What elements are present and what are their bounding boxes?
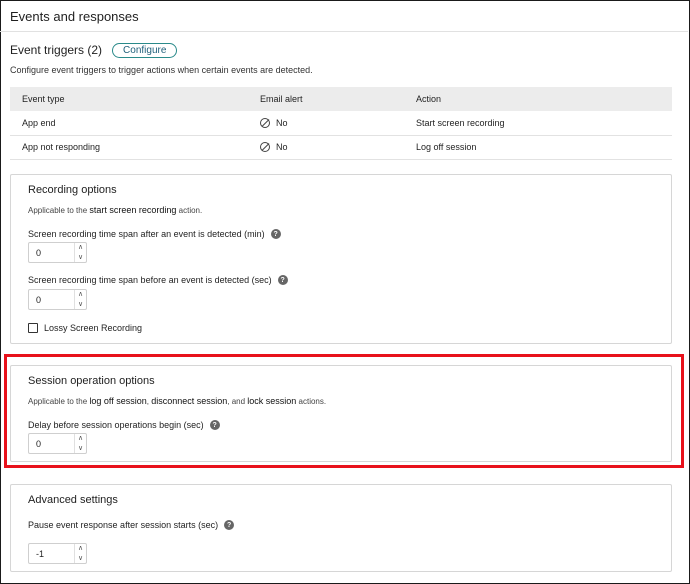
question-circle-icon[interactable]: ? (224, 520, 235, 530)
table-row[interactable]: App not responding No Log off session (10, 135, 672, 160)
pause-response-stepper[interactable]: ∧ ∨ (28, 543, 87, 564)
desc-emphasis: start screen recording (89, 205, 177, 215)
question-circle-icon[interactable]: ? (277, 275, 288, 285)
pause-response-label: Pause event response after session start… (28, 520, 235, 530)
event-triggers-header: Event triggers (2) Configure (10, 42, 178, 58)
column-header-event-type[interactable]: Event type (10, 87, 248, 111)
event-type-cell: App not responding (10, 135, 248, 160)
table-row[interactable]: App end No Start screen recording (10, 111, 672, 136)
email-alert-cell: No (248, 135, 404, 160)
email-alert-value: No (276, 142, 288, 152)
recording-options-card: Recording options Applicable to the star… (10, 174, 672, 344)
chevron-down-icon[interactable]: ∨ (75, 253, 86, 263)
highlight-box (4, 354, 684, 468)
chevron-down-icon[interactable]: ∨ (75, 300, 86, 310)
desc-text: Applicable to the (28, 206, 90, 215)
table-header-row: Event type Email alert Action (10, 87, 672, 111)
event-type-cell: App end (10, 111, 248, 136)
event-triggers-description: Configure event triggers to trigger acti… (10, 65, 313, 75)
lossy-recording-checkbox[interactable] (28, 323, 38, 333)
recording-before-stepper[interactable]: ∧ ∨ (28, 289, 87, 310)
field-label-text: Screen recording time span before an eve… (28, 275, 272, 285)
recording-after-input[interactable] (29, 243, 74, 262)
recording-after-label: Screen recording time span after an even… (28, 229, 281, 239)
event-triggers-table: Event type Email alert Action App end No… (10, 87, 672, 160)
chevron-up-icon[interactable]: ∧ (75, 290, 86, 300)
page-title: Events and responses (10, 9, 139, 24)
advanced-settings-card: Advanced settings Pause event response a… (10, 484, 672, 572)
lossy-recording-option[interactable]: Lossy Screen Recording (28, 323, 142, 333)
field-label-text: Pause event response after session start… (28, 520, 219, 530)
title-divider (0, 31, 688, 32)
stepper-arrows: ∧ ∨ (74, 243, 86, 262)
email-alert-cell: No (248, 111, 404, 136)
recording-before-input[interactable] (29, 290, 74, 309)
recording-after-stepper[interactable]: ∧ ∨ (28, 242, 87, 263)
no-circle-icon (260, 142, 270, 152)
recording-before-label: Screen recording time span before an eve… (28, 275, 288, 285)
stepper-arrows: ∧ ∨ (74, 544, 86, 563)
stepper-arrows: ∧ ∨ (74, 290, 86, 309)
chevron-up-icon[interactable]: ∧ (75, 243, 86, 253)
pause-response-input[interactable] (29, 544, 74, 563)
question-circle-icon[interactable]: ? (270, 229, 281, 239)
configure-button[interactable]: Configure (112, 42, 178, 58)
recording-options-title: Recording options (28, 184, 117, 196)
action-cell: Log off session (404, 135, 672, 160)
desc-text: action. (176, 206, 203, 215)
field-label-text: Screen recording time span after an even… (28, 229, 265, 239)
column-header-action[interactable]: Action (404, 87, 672, 111)
column-header-email-alert[interactable]: Email alert (248, 87, 404, 111)
email-alert-value: No (276, 117, 288, 128)
chevron-down-icon[interactable]: ∨ (75, 554, 86, 564)
chevron-up-icon[interactable]: ∧ (75, 544, 86, 554)
no-circle-icon (260, 117, 270, 128)
recording-options-description: Applicable to the start screen recording… (28, 205, 202, 215)
lossy-recording-label: Lossy Screen Recording (44, 323, 143, 333)
event-triggers-title: Event triggers (2) (10, 43, 103, 57)
action-cell: Start screen recording (404, 111, 672, 136)
advanced-settings-title: Advanced settings (28, 494, 118, 506)
